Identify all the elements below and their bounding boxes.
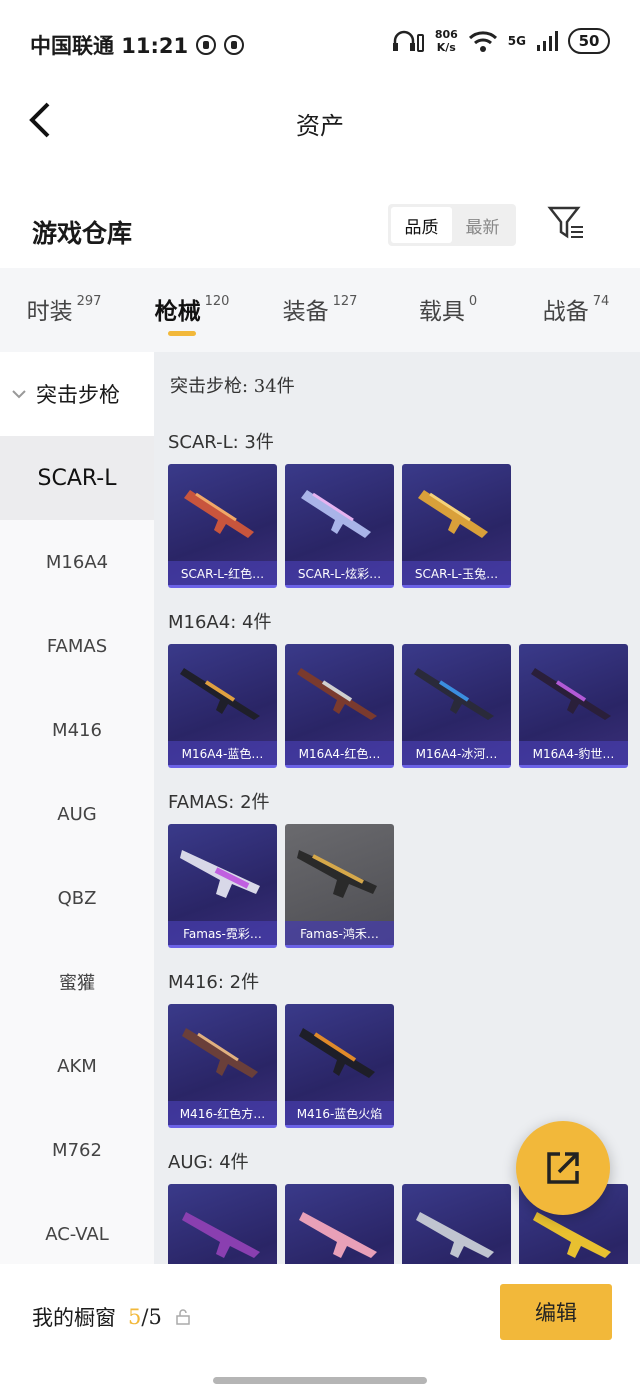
sidebar-item-aug[interactable]: AUG [0,772,154,856]
weapon-card[interactable]: SCAR-L-红色… [168,464,277,588]
weapon-skin-image [184,490,254,538]
weapon-card[interactable]: M16A4-豹世… [519,644,628,768]
sidebar-item-m16a4[interactable]: M16A4 [0,520,154,604]
share-button[interactable] [516,1121,610,1215]
sidebar-item-honey-badger[interactable]: 蜜獾 [0,940,154,1024]
group-title: M16A4: 4件 [168,612,272,633]
chevron-down-icon [12,390,26,399]
headphones-icon [392,30,424,52]
tab-supplies[interactable]: 战备 74 [512,268,640,352]
top-bar: 资产 [0,86,640,156]
weapon-skin-image [414,668,494,720]
signal-icon [537,31,558,51]
item-row: SCAR-L-红色… SCAR-L-炫彩… SCAR-L-玉兔… [168,464,511,588]
weapon-skin-image [182,1212,260,1258]
weapon-card[interactable]: M16A4-冰河… [402,644,511,768]
weapon-skin-image [180,668,260,720]
weapon-sidebar: 突击步枪 SCAR-L M16A4 FAMAS M416 AUG QBZ 蜜獾 … [0,352,154,1264]
weapon-card[interactable]: SCAR-L-炫彩… [285,464,394,588]
weapon-skin-image [299,1212,377,1258]
bottom-bar: 我的橱窗 5/5 编辑 [0,1264,640,1400]
weapon-skin-image [180,850,260,898]
weapon-card[interactable]: Famas-鸿禾… [285,824,394,948]
weapon-card[interactable]: M16A4-红色… [285,644,394,768]
weapon-card[interactable]: M416-红色方… [168,1004,277,1128]
total-count: 突击步枪: 34件 [170,376,295,397]
tab-weapons[interactable]: 枪械 120 [128,268,256,352]
tab-vehicles[interactable]: 载具 0 [384,268,512,352]
sidebar-item-ac-val[interactable]: AC-VAL [0,1192,154,1264]
notification-icon-2 [224,35,245,55]
weapon-card[interactable] [285,1184,394,1264]
tab-fashion[interactable]: 时装 297 [0,268,128,352]
sidebar-item-m762[interactable]: M762 [0,1108,154,1192]
notification-icon [196,35,217,55]
weapon-skin-image [299,1028,375,1078]
item-row: M416-红色方… M416-蓝色火焰 [168,1004,394,1128]
sort-newest-button[interactable]: 最新 [452,207,513,243]
section-header: 游戏仓库 品质 最新 [0,196,640,260]
group-title: M416: 2件 [168,972,260,993]
group-title: SCAR-L: 3件 [168,432,274,453]
sidebar-item-m416[interactable]: M416 [0,688,154,772]
edit-button[interactable]: 编辑 [500,1284,612,1340]
sidebar-item-qbz[interactable]: QBZ [0,856,154,940]
weapon-skin-image [416,1212,494,1258]
weapon-skin-image [297,850,377,898]
share-external-icon [547,1152,579,1184]
weapon-card[interactable]: SCAR-L-玉兔… [402,464,511,588]
item-row: M16A4-蓝色… M16A4-红色… M16A4-冰河… M16A4-豹世… [168,644,628,768]
sidebar-item-famas[interactable]: FAMAS [0,604,154,688]
weapon-card[interactable]: Famas-霓彩… [168,824,277,948]
sidebar-group-assault-rifles[interactable]: 突击步枪 [0,352,154,436]
sidebar-item-scar-l[interactable]: SCAR-L [0,436,154,520]
filter-icon[interactable] [546,202,586,242]
weapon-skin-image [297,668,377,720]
status-bar: 中国联通 11:21 806 K/s 5G 50 [0,0,640,86]
status-time: 中国联通 11:21 [30,34,189,58]
showcase-current: 5 [128,1305,142,1329]
group-title: AUG: 4件 [168,1152,249,1173]
home-indicator [213,1377,427,1384]
showcase-label: 我的橱窗 [32,1306,116,1330]
net-speed: 806 K/s [434,28,458,54]
item-row: Famas-霓彩… Famas-鸿禾… [168,824,394,948]
page-title: 资产 [296,112,344,140]
sidebar-item-akm[interactable]: AKM [0,1024,154,1108]
showcase-max: /5 [141,1305,162,1329]
battery-indicator: 50 [568,28,610,54]
lock-icon [176,1309,190,1325]
weapon-card[interactable]: M416-蓝色火焰 [285,1004,394,1128]
weapon-skin-image [182,1028,258,1078]
weapon-card[interactable] [168,1184,277,1264]
showcase: 我的橱窗 5/5 [32,1302,190,1332]
weapon-skin-image [418,490,488,538]
wifi-icon [468,31,497,52]
group-title: FAMAS: 2件 [168,792,270,813]
sort-quality-button[interactable]: 品质 [391,207,452,243]
weapon-card[interactable] [402,1184,511,1264]
tab-equipment[interactable]: 装备 127 [256,268,384,352]
signal-label: 5G [507,34,526,48]
weapon-skin-image [301,490,371,538]
weapon-card[interactable]: M16A4-蓝色… [168,644,277,768]
sort-toggle: 品质 最新 [388,204,516,246]
category-tabs: 时装 297 枪械 120 装备 127 载具 0 战备 74 [0,268,640,352]
section-title: 游戏仓库 [32,219,133,248]
weapon-skin-image [531,668,611,720]
